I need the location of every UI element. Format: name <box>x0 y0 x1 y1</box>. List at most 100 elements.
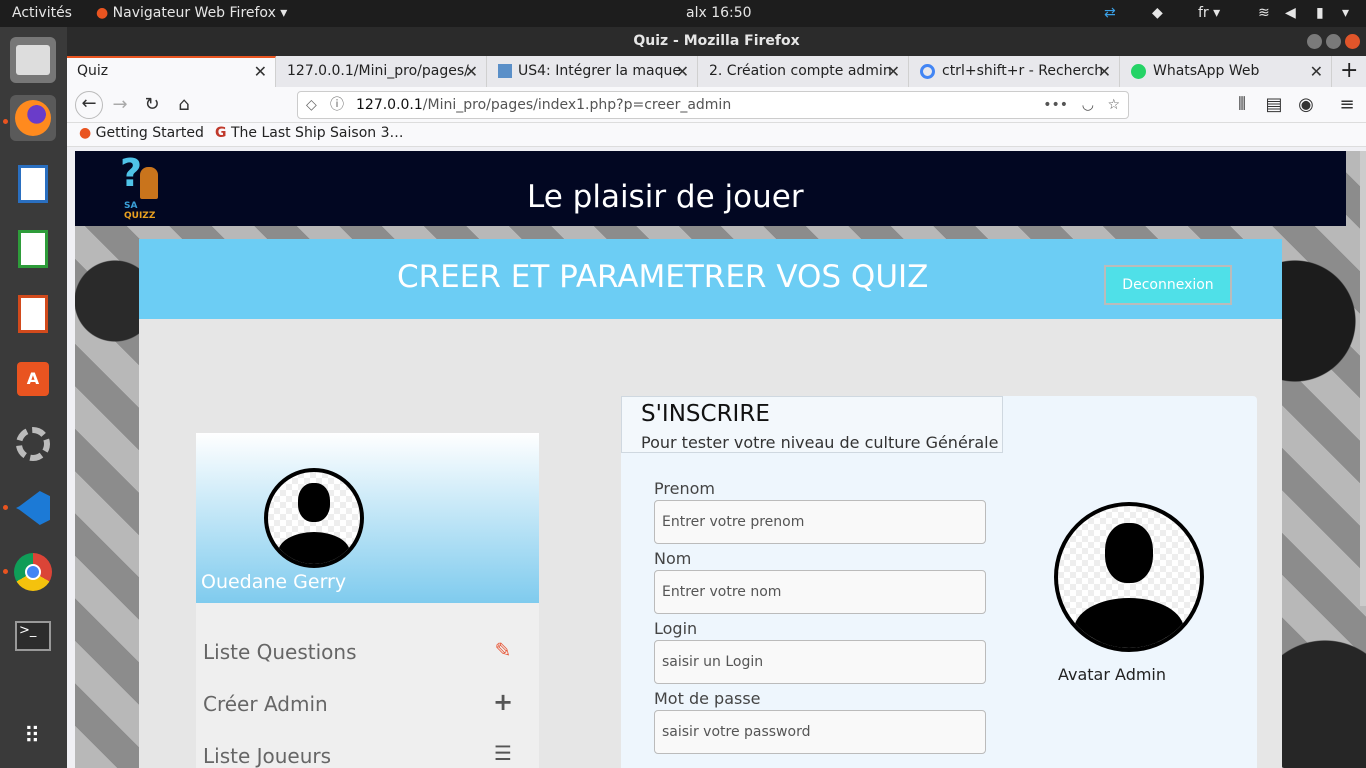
admin-panel: CREER ET PARAMETRER VOS QUIZ Deconnexion… <box>139 239 1282 768</box>
form-header: S'INSCRIRE Pour tester votre niveau de c… <box>621 396 1003 453</box>
label-prenom: Prenom <box>654 479 715 498</box>
logo-text-bottom: QUIZZ <box>124 211 156 221</box>
sidebar-toggle-icon[interactable]: ▤ <box>1261 93 1287 119</box>
bookmarks-toolbar: ● Getting Started G The Last Ship Saison… <box>67 123 1366 147</box>
site-header: ? SA QUIZZ Le plaisir de jouer <box>75 151 1346 226</box>
forward-button[interactable]: → <box>107 93 133 119</box>
vscode-icon[interactable] <box>10 485 56 531</box>
running-indicator <box>3 119 8 124</box>
close-tab-icon[interactable]: ✕ <box>676 56 689 87</box>
navigation-toolbar: ← → ↻ ⌂ ◇ ⓘ 127.0.0.1/Mini_pro/pages/ind… <box>67 87 1366 123</box>
site-logo: ? SA QUIZZ <box>120 153 168 223</box>
page-scrollbar[interactable] <box>1360 151 1366 606</box>
library-icon[interactable]: ⫴ <box>1229 93 1255 119</box>
firefox-dock-icon[interactable] <box>10 95 56 141</box>
panel-header: CREER ET PARAMETRER VOS QUIZ Deconnexion <box>139 239 1282 319</box>
info-icon[interactable]: ⓘ <box>330 92 344 118</box>
software-center-icon[interactable]: A <box>10 356 56 402</box>
bookmark-last-ship[interactable]: G The Last Ship Saison 3… <box>215 125 404 141</box>
nom-input[interactable] <box>654 570 986 614</box>
home-button[interactable]: ⌂ <box>171 93 197 119</box>
reload-button[interactable]: ↻ <box>139 93 165 119</box>
volume-icon[interactable]: ◀ <box>1285 5 1296 21</box>
window-title: Quiz - Mozilla Firefox <box>67 27 1366 56</box>
writer-icon[interactable] <box>10 161 56 207</box>
menu-creer-admin[interactable]: Créer Admin <box>203 692 328 716</box>
label-nom: Nom <box>654 549 692 568</box>
close-tab-icon[interactable]: ✕ <box>465 56 478 87</box>
password-input[interactable] <box>654 710 986 754</box>
account-icon[interactable]: ◉ <box>1293 93 1319 119</box>
user-name: Ouedane Gerry <box>201 571 347 593</box>
url-host: 127.0.0.1 <box>356 97 423 113</box>
panel-title: CREER ET PARAMETRER VOS QUIZ <box>397 259 929 295</box>
avatar-label: Avatar Admin <box>1058 665 1167 684</box>
language-label: fr <box>1198 5 1209 21</box>
minimize-button[interactable] <box>1307 34 1322 49</box>
chrome-icon[interactable] <box>10 549 56 595</box>
settings-icon[interactable] <box>10 421 56 467</box>
dock: A >_ ⠿ <box>0 27 67 768</box>
list-icon[interactable]: ☰ <box>492 741 514 765</box>
tab-label: 2. Création compte admin <box>709 63 892 79</box>
logout-button[interactable]: Deconnexion <box>1104 265 1232 305</box>
running-indicator <box>3 569 8 574</box>
whatsapp-icon <box>1131 64 1146 79</box>
shield-icon[interactable]: ◇ <box>306 92 317 118</box>
pocket-icon[interactable]: ◡ <box>1082 92 1094 118</box>
tab-quiz[interactable]: Quiz ✕ <box>67 56 276 87</box>
language-selector[interactable]: fr ▾ <box>1198 5 1220 21</box>
tab-label: US4: Intégrer la maque <box>518 63 681 79</box>
menu-liste-questions[interactable]: Liste Questions <box>203 640 357 664</box>
bookmark-star-icon[interactable]: ☆ <box>1107 92 1120 118</box>
dropbox-icon[interactable]: ◆ <box>1152 5 1163 21</box>
form-title: S'INSCRIRE <box>641 401 770 427</box>
trello-icon <box>498 64 512 78</box>
back-button[interactable]: ← <box>75 91 103 119</box>
tab-mini-pro[interactable]: 127.0.0.1/Mini_pro/pages/✕ <box>277 56 487 87</box>
activities-button[interactable]: Activités <box>12 5 72 21</box>
form-subtitle: Pour tester votre niveau de culture Géné… <box>641 433 999 452</box>
calc-icon[interactable] <box>10 226 56 272</box>
close-tab-icon[interactable]: ✕ <box>254 58 267 85</box>
app-menu-label: Navigateur Web Firefox <box>112 5 276 21</box>
tab-creation-admin[interactable]: 2. Création compte admin ✕ <box>699 56 909 87</box>
show-apps-icon[interactable]: ⠿ <box>10 713 56 759</box>
tab-label: WhatsApp Web <box>1153 63 1260 79</box>
impress-icon[interactable] <box>10 291 56 337</box>
close-tab-icon[interactable]: ✕ <box>1098 56 1111 87</box>
app-menu[interactable]: ● Navigateur Web Firefox ▾ <box>96 5 287 21</box>
close-window-button[interactable] <box>1345 34 1360 49</box>
files-icon[interactable] <box>10 37 56 83</box>
page-actions-icon[interactable]: ••• <box>1043 92 1068 118</box>
google-icon <box>920 64 935 79</box>
system-menu-icon[interactable]: ▾ <box>1342 5 1349 21</box>
bookmark-label: Getting Started <box>95 125 204 141</box>
bookmark-label: The Last Ship Saison 3… <box>230 125 404 141</box>
window-title-text: Quiz - Mozilla Firefox <box>633 33 800 49</box>
hamburger-menu-icon[interactable]: ≡ <box>1334 93 1360 119</box>
wifi-icon[interactable]: ≋ <box>1258 5 1270 21</box>
admin-avatar-preview[interactable] <box>1054 502 1204 652</box>
login-input[interactable] <box>654 640 986 684</box>
terminal-icon[interactable]: >_ <box>10 613 56 659</box>
tab-us4[interactable]: US4: Intégrer la maque ✕ <box>488 56 698 87</box>
bookmark-getting-started[interactable]: ● Getting Started <box>79 125 204 141</box>
plus-icon[interactable]: + <box>492 688 514 716</box>
profile-card: Ouedane Gerry <box>196 433 539 603</box>
close-tab-icon[interactable]: ✕ <box>887 56 900 87</box>
url-bar[interactable]: ◇ ⓘ 127.0.0.1/Mini_pro/pages/index1.php?… <box>297 91 1129 119</box>
close-tab-icon[interactable]: ✕ <box>1310 56 1323 87</box>
teamviewer-icon[interactable]: ⇄ <box>1104 5 1116 21</box>
edit-list-icon[interactable]: ✎ <box>492 638 514 662</box>
new-tab-button[interactable]: + <box>1340 58 1358 83</box>
maximize-button[interactable] <box>1326 34 1341 49</box>
firefox-icon: ● <box>96 5 109 21</box>
battery-icon[interactable]: ▮ <box>1316 5 1324 21</box>
clock[interactable]: alx 16:50 <box>686 5 752 21</box>
prenom-input[interactable] <box>654 500 986 544</box>
tab-google-search[interactable]: ctrl+shift+r - Recherch ✕ <box>910 56 1120 87</box>
url-path: /Mini_pro/pages/index1.php?p=creer_admin <box>422 97 732 113</box>
tab-whatsapp[interactable]: WhatsApp Web ✕ <box>1121 56 1332 87</box>
menu-liste-joueurs[interactable]: Liste Joueurs <box>203 744 331 768</box>
